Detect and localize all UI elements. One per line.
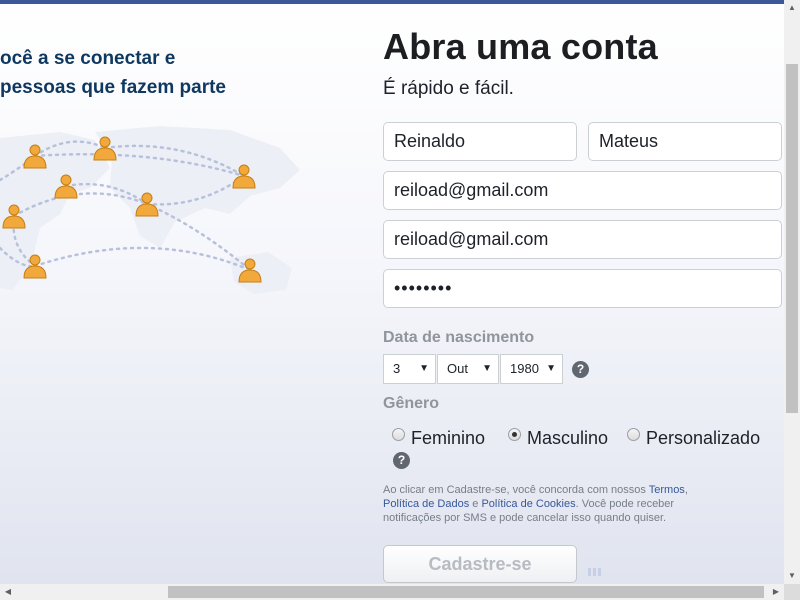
vertical-scrollbar[interactable]: ▲ ▼ bbox=[784, 0, 800, 584]
loading-spinner-icon bbox=[588, 563, 603, 581]
top-brand-bar bbox=[0, 0, 784, 4]
birth-month-value: Out bbox=[447, 361, 468, 376]
cookie-policy-link[interactable]: Política de Cookies bbox=[481, 498, 575, 510]
birth-day-select[interactable]: 3 ▼ bbox=[383, 354, 436, 384]
birth-year-select[interactable]: 1980 ▼ bbox=[500, 354, 563, 384]
email-input[interactable]: reiload@gmail.com bbox=[383, 171, 782, 210]
data-policy-link[interactable]: Política de Dados bbox=[383, 498, 469, 510]
terms-text: e bbox=[469, 498, 482, 510]
radio-button[interactable] bbox=[627, 428, 640, 441]
gender-help-icon[interactable]: ? bbox=[393, 452, 410, 469]
first-name-input[interactable]: Reinaldo bbox=[383, 122, 577, 161]
terms-text: , bbox=[684, 484, 688, 496]
terms-link[interactable]: Termos bbox=[649, 484, 685, 496]
gender-option-label: Feminino bbox=[411, 428, 486, 448]
tagline-line-2: pessoas que fazem parte bbox=[0, 77, 226, 98]
radio-button[interactable] bbox=[392, 428, 405, 441]
gender-label: Gênero bbox=[383, 395, 440, 412]
birth-year-value: 1980 bbox=[510, 361, 539, 376]
map-landmass-australia bbox=[230, 252, 292, 294]
scroll-right-arrow-icon[interactable]: ▶ bbox=[768, 584, 784, 600]
gender-option-label: Masculino bbox=[527, 428, 609, 448]
terms-notice: Ao clicar em Cadastre-se, você concorda … bbox=[383, 483, 703, 525]
scroll-left-arrow-icon[interactable]: ◀ bbox=[0, 584, 16, 600]
birthdate-help-icon[interactable]: ? bbox=[572, 361, 589, 378]
signup-button[interactable]: Cadastre-se bbox=[383, 545, 577, 583]
vertical-scroll-thumb[interactable] bbox=[786, 64, 798, 413]
page-title: Abra uma conta bbox=[383, 26, 658, 67]
page-subtitle: É rápido e fácil. bbox=[383, 78, 514, 99]
radio-button-selected[interactable] bbox=[508, 428, 521, 441]
tagline: ocê a se conectar e pessoas que fazem pa… bbox=[0, 44, 300, 102]
connection-line bbox=[33, 246, 252, 272]
scrollbar-corner bbox=[784, 584, 800, 600]
horizontal-scrollbar[interactable]: ◀ ▶ bbox=[0, 584, 784, 600]
birth-day-value: 3 bbox=[393, 361, 401, 376]
email-confirm-input[interactable]: reiload@gmail.com bbox=[383, 220, 782, 259]
dropdown-arrow-icon: ▼ bbox=[419, 363, 429, 374]
horizontal-scroll-thumb[interactable] bbox=[168, 586, 764, 598]
gender-option-label: Personalizado bbox=[646, 428, 761, 448]
dropdown-arrow-icon: ▼ bbox=[546, 363, 556, 374]
tagline-line-1: ocê a se conectar e bbox=[0, 48, 176, 69]
last-name-input[interactable]: Mateus bbox=[588, 122, 782, 161]
gender-option-personalizado[interactable]: Personalizado bbox=[627, 426, 800, 450]
birthdate-label: Data de nascimento bbox=[383, 329, 535, 346]
birth-month-select[interactable]: Out ▼ bbox=[437, 354, 499, 384]
map-landmass-eurasia bbox=[95, 126, 300, 248]
dropdown-arrow-icon: ▼ bbox=[482, 363, 492, 374]
password-input[interactable]: •••••••• bbox=[383, 269, 782, 308]
scroll-up-arrow-icon[interactable]: ▲ bbox=[784, 0, 800, 16]
scroll-down-arrow-icon[interactable]: ▼ bbox=[784, 568, 800, 584]
world-connections-map bbox=[0, 126, 300, 294]
terms-text: Ao clicar em Cadastre-se, você concorda … bbox=[383, 484, 649, 496]
